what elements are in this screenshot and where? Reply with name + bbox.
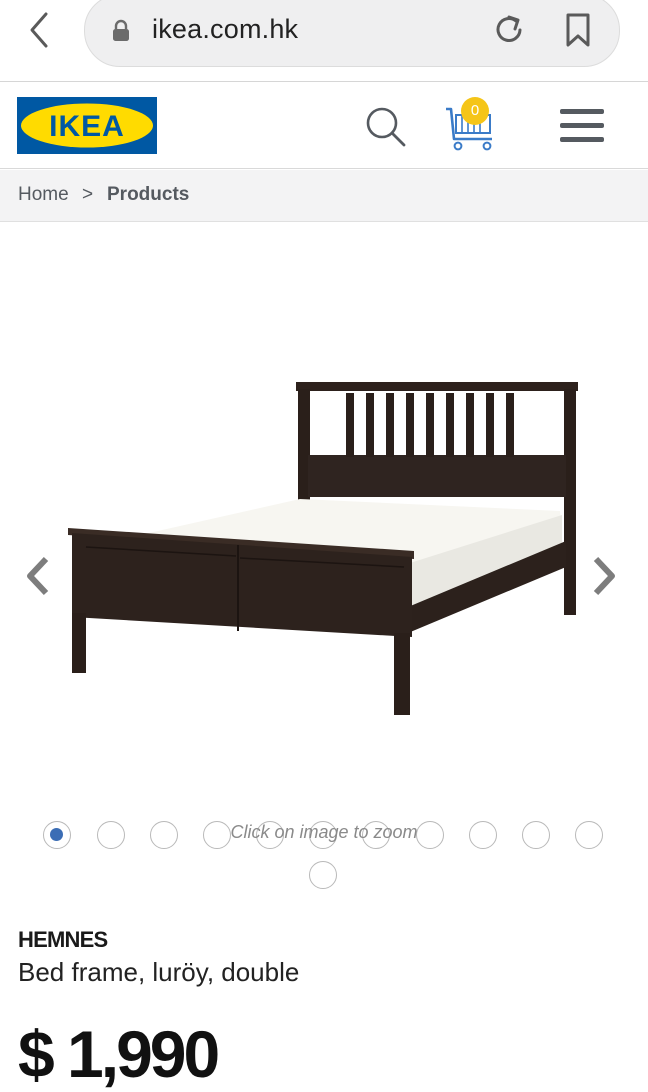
product-image[interactable]: [0, 223, 648, 813]
back-icon[interactable]: [22, 10, 58, 50]
ikea-logo[interactable]: IKEA: [17, 97, 157, 154]
site-header: IKEA 0: [0, 83, 648, 169]
zoom-hint: Click on image to zoom: [230, 822, 418, 842]
svg-text:IKEA: IKEA: [49, 110, 125, 143]
breadcrumb-home[interactable]: Home: [18, 184, 69, 206]
chevron-right-icon[interactable]: [588, 553, 622, 599]
product-description: Bed frame, luröy, double: [18, 957, 300, 987]
url-text[interactable]: ikea.com.hk: [152, 14, 298, 45]
browser-bar: ikea.com.hk: [0, 0, 648, 82]
product-price: $ 1,990: [18, 1017, 220, 1091]
product-gallery[interactable]: [0, 223, 648, 813]
breadcrumb-separator: >: [82, 184, 94, 205]
bookmark-icon[interactable]: [564, 12, 592, 48]
chevron-left-icon[interactable]: [20, 553, 54, 599]
menu-icon[interactable]: [558, 107, 606, 145]
breadcrumb: Home > Products: [0, 170, 648, 222]
product-name: HEMNES: [18, 927, 108, 952]
cart-count-badge[interactable]: 0: [461, 97, 489, 125]
pagination-dot[interactable]: [309, 861, 337, 889]
lock-icon: [113, 19, 129, 41]
search-icon[interactable]: [364, 105, 408, 149]
breadcrumb-current[interactable]: Products: [107, 184, 189, 206]
reload-icon[interactable]: [492, 12, 526, 48]
